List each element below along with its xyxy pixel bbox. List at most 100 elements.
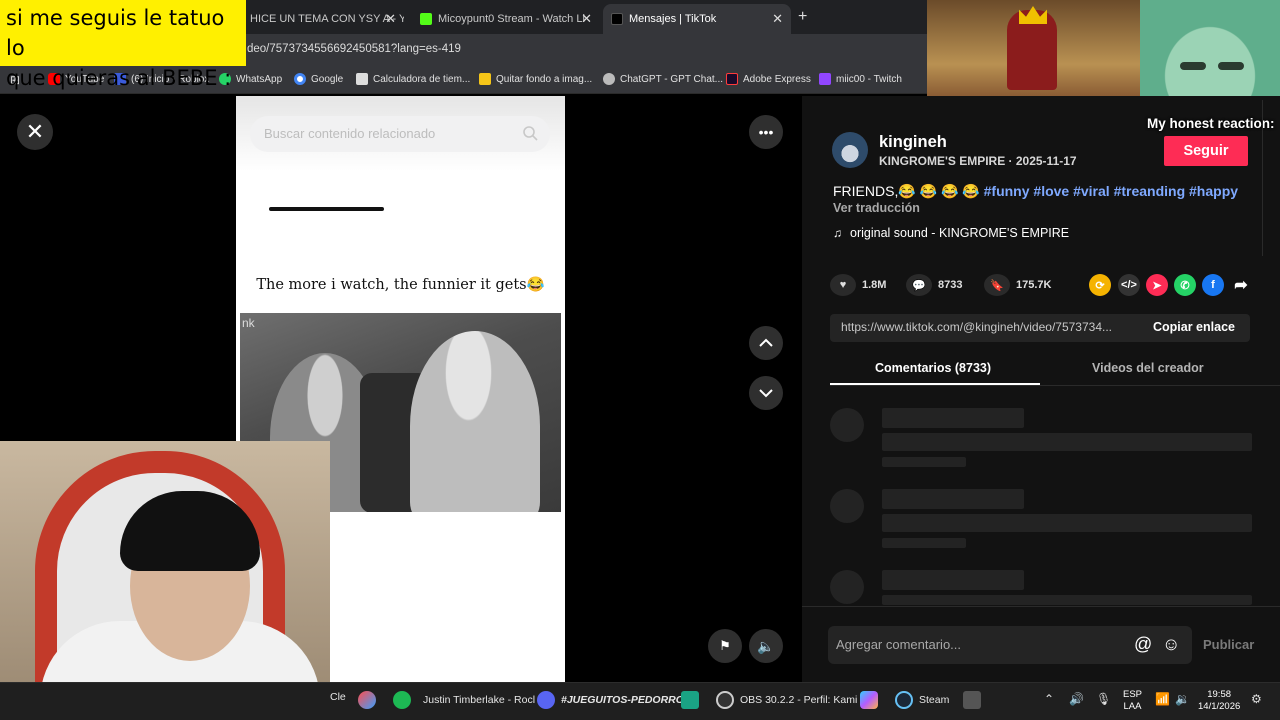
watermark: nk xyxy=(242,316,255,330)
address-bar[interactable]: deo/7573734556692450581?lang=es-419 xyxy=(247,43,461,55)
like-count: 1.8M xyxy=(862,279,887,291)
scrollbar[interactable] xyxy=(1262,100,1263,256)
eye xyxy=(1180,62,1206,70)
tab-label: HICE UN TEMA CON YSY A - Yo xyxy=(250,13,404,25)
remove-bg-icon xyxy=(479,73,491,85)
close-video-button[interactable]: ✕ xyxy=(17,114,53,150)
tab-creator-videos[interactable]: Videos del creador xyxy=(1092,361,1204,375)
comment-count: 8733 xyxy=(938,279,963,291)
share-icon[interactable]: ➦ xyxy=(1230,274,1252,296)
speaker-icon[interactable]: 🔊 xyxy=(1069,692,1084,706)
more-icon: ••• xyxy=(758,124,774,140)
taskbar-label: Cle xyxy=(330,691,346,703)
save-button[interactable]: 🔖 175.7K xyxy=(984,274,1051,296)
taskbar-app-copilot[interactable] xyxy=(860,691,884,709)
taskbar-app-terminal[interactable] xyxy=(963,691,987,709)
divider xyxy=(802,606,1280,607)
hashtags[interactable]: #funny #love #viral #treanding #happy xyxy=(984,183,1238,199)
tab-youtube[interactable]: HICE UN TEMA CON YSY A - Yo ✕ xyxy=(242,4,404,34)
bookmark-google[interactable]: Google xyxy=(294,73,343,85)
meme-caption: The more i watch, the funnier it gets😂 xyxy=(256,277,545,293)
skeleton-avatar xyxy=(830,408,864,442)
facebook-icon[interactable]: f xyxy=(1202,274,1224,296)
tab-tiktok[interactable]: Mensajes | TikTok ✕ xyxy=(603,4,791,34)
language-indicator[interactable]: ESP LAA xyxy=(1123,689,1142,713)
comment-placeholder: Agregar comentario... xyxy=(836,637,962,652)
skeleton-line xyxy=(882,570,1024,590)
video-link[interactable]: https://www.tiktok.com/@kingineh/video/7… xyxy=(841,320,1112,334)
volume-icon[interactable]: 🔉 xyxy=(1175,692,1190,706)
chevron-up-icon xyxy=(759,338,773,347)
overlay-line: que quieras al BEBE : ) xyxy=(6,66,232,120)
overlay-line: si me seguis le tatuo lo xyxy=(6,6,225,60)
comment-button[interactable]: 💬 8733 xyxy=(906,274,962,296)
bookmark-quitar-fondo[interactable]: Quitar fondo a imag... xyxy=(479,73,592,85)
next-video-button[interactable] xyxy=(749,376,783,410)
close-icon[interactable]: ✕ xyxy=(581,11,592,27)
wifi-icon[interactable]: 📶 xyxy=(1155,692,1170,706)
follow-button[interactable]: Seguir xyxy=(1164,136,1248,166)
send-icon[interactable]: ➤ xyxy=(1146,274,1168,296)
music-note-icon: ♫ xyxy=(833,226,842,240)
crown-icon xyxy=(1019,6,1047,24)
skeleton-avatar xyxy=(830,489,864,523)
report-button[interactable]: ⚑ xyxy=(708,629,742,663)
skeleton-avatar xyxy=(830,570,864,604)
chevron-up-icon[interactable]: ⌃ xyxy=(1044,692,1054,706)
taskbar-item-discord[interactable]: #JUEGUITOS-PEDORRO xyxy=(537,691,684,709)
tab-comments[interactable]: Comentarios (8733) xyxy=(875,361,991,375)
system-clock[interactable]: 19:58 14/1/2026 xyxy=(1198,689,1240,713)
spotify-icon xyxy=(393,691,411,709)
steam-icon xyxy=(895,691,913,709)
like-button[interactable]: ♥ 1.8M xyxy=(830,274,886,296)
flag-icon: ⚑ xyxy=(719,638,731,653)
publish-button[interactable]: Publicar xyxy=(1203,637,1254,652)
skeleton-line xyxy=(882,433,1252,451)
calculator-icon xyxy=(356,73,368,85)
lang-line: LAA xyxy=(1123,701,1142,712)
chatgpt-icon xyxy=(603,73,615,85)
taskbar-item-obs[interactable]: OBS 30.2.2 - Perfil: Kami xyxy=(716,691,857,709)
discord-icon xyxy=(537,691,555,709)
more-options-button[interactable]: ••• xyxy=(749,115,783,149)
bookmark-twitch[interactable]: miic00 - Twitch xyxy=(819,73,902,85)
translate-link[interactable]: Ver traducción xyxy=(833,201,920,215)
whatsapp-icon[interactable]: ✆ xyxy=(1174,274,1196,296)
webcam-overlay xyxy=(0,441,330,696)
skeleton-line xyxy=(882,457,966,467)
taskbar-label: #JUEGUITOS-PEDORRO xyxy=(561,694,684,706)
taskbar-item-spotify[interactable]: Justin Timberlake - Rocl xyxy=(393,691,535,709)
username[interactable]: kingineh xyxy=(879,133,947,152)
repost-icon[interactable]: ⟳ xyxy=(1089,274,1111,296)
close-icon[interactable]: ✕ xyxy=(385,11,396,27)
taskbar-app-browser[interactable] xyxy=(358,691,382,709)
bookmark-calculadora[interactable]: Calculadora de tiem... xyxy=(356,73,470,85)
avatar[interactable] xyxy=(832,132,868,168)
previous-video-button[interactable] xyxy=(749,326,783,360)
mention-icon[interactable]: @ xyxy=(1134,634,1152,655)
obs-icon xyxy=(716,691,734,709)
volume-button[interactable]: 🔈 xyxy=(749,629,783,663)
taskbar-label: Justin Timberlake - Rocl xyxy=(423,694,536,706)
related-search-input[interactable]: Buscar contenido relacionado xyxy=(250,116,550,152)
taskbar-label: OBS 30.2.2 - Perfil: Kami xyxy=(740,694,858,706)
app-icon xyxy=(681,691,699,709)
notification-icon[interactable]: ⚙ xyxy=(1251,692,1262,706)
new-tab-button[interactable]: + xyxy=(798,8,807,26)
skeleton-line xyxy=(882,514,1252,532)
bookmark-adobe-express[interactable]: Adobe Express xyxy=(726,73,811,85)
taskbar-item-cle[interactable]: Cle xyxy=(330,691,346,703)
sound-link[interactable]: ♫ original sound - KINGROME'S EMPIRE xyxy=(833,226,1069,240)
close-icon[interactable]: ✕ xyxy=(772,11,783,27)
stream-overlay-text: si me seguis le tatuo lo que quieras al … xyxy=(0,0,246,120)
tab-kick[interactable]: Micoypunt0 Stream - Watch Li ✕ xyxy=(412,4,600,34)
bookmark-chatgpt[interactable]: ChatGPT - GPT Chat... xyxy=(603,73,723,85)
taskbar-item-steam[interactable]: Steam xyxy=(895,691,949,709)
adobe-icon xyxy=(726,73,738,85)
embed-icon[interactable]: </> xyxy=(1118,274,1140,296)
emoji-icon[interactable]: ☺ xyxy=(1162,634,1180,655)
microphone-icon[interactable]: 🎙 xyxy=(1096,692,1111,706)
taskbar-app-pycharm[interactable] xyxy=(681,691,705,709)
skeleton-line xyxy=(882,595,1252,605)
copy-link-button[interactable]: Copiar enlace xyxy=(1153,320,1235,334)
